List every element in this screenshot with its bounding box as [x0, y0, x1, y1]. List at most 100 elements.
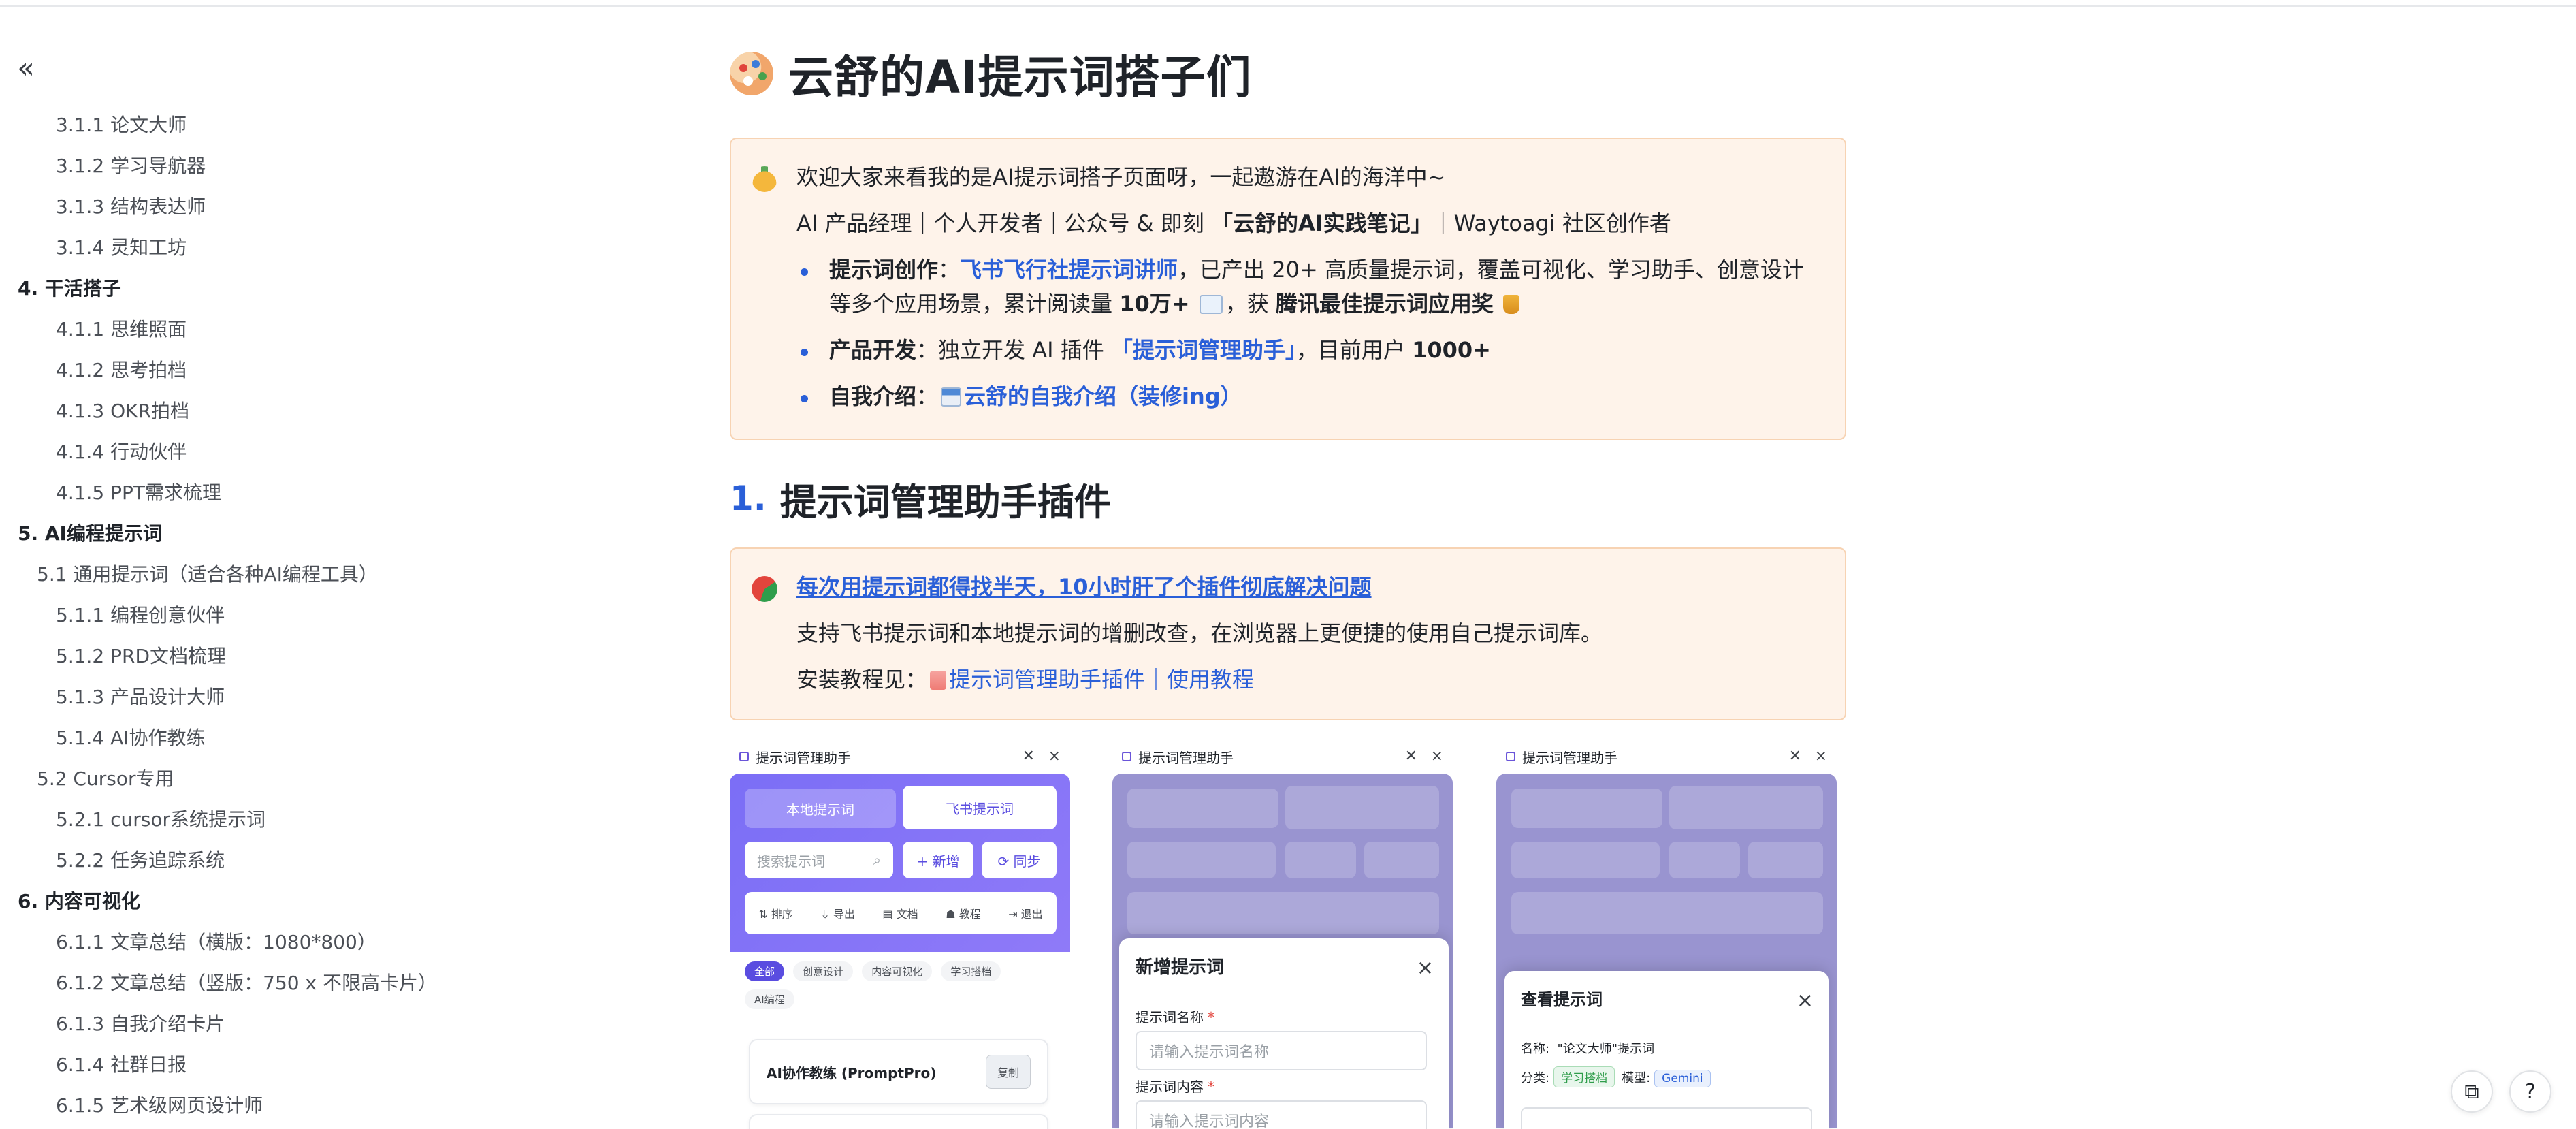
- modal-title: 新增提示词: [1136, 957, 1225, 978]
- bullet-sep: ：: [916, 383, 939, 409]
- tutorial-link[interactable]: 提示词管理助手插件｜使用教程: [949, 667, 1254, 693]
- tag-study[interactable]: 学习搭档: [941, 961, 1001, 981]
- toc-item[interactable]: 6.1.4 社群日报: [56, 1051, 187, 1079]
- award-text: 腾讯最佳提示词应用奖: [1275, 291, 1494, 317]
- toc-item[interactable]: 4.1.2 思考拍档: [56, 357, 187, 384]
- name-label: 提示词名称 *: [1136, 1006, 1214, 1026]
- plugin-description: 支持飞书提示词和本地提示词的增删改查，在浏览器上更便捷的使用自己提示词库。: [796, 620, 1603, 646]
- bullet-dot: [801, 349, 808, 356]
- bullet-prompt-creation: 提示词创作：飞书飞行社提示词讲师，已产出 20+ 高质量提示词，覆盖可视化、学习…: [829, 253, 1804, 286]
- content-label: 提示词内容 *: [1136, 1076, 1214, 1096]
- tag-ai-coding[interactable]: AI编程: [745, 989, 794, 1009]
- bullet-label: 产品开发: [829, 337, 917, 363]
- prompt-card[interactable]: [749, 1114, 1048, 1129]
- tab-local-prompts[interactable]: 本地提示词: [745, 789, 896, 828]
- tutorial-button[interactable]: ☗ 教程: [946, 905, 980, 921]
- prompt-content-input[interactable]: 请输入提示词内容: [1136, 1100, 1427, 1129]
- help-button[interactable]: ?: [2509, 1070, 2551, 1113]
- sort-button[interactable]: ⇅ 排序: [758, 905, 793, 921]
- tutorial-prefix: 安装教程见：: [796, 667, 928, 693]
- self-intro-link[interactable]: 云舒的自我介绍（装修ing）: [964, 383, 1242, 409]
- feishu-lecturer-link[interactable]: 飞书飞行社提示词讲师: [960, 257, 1178, 283]
- plugin-window-title: 提示词管理助手: [756, 749, 851, 766]
- bullet-label: 自我介绍: [829, 383, 917, 409]
- docs-button[interactable]: ▤ 文档: [882, 905, 918, 921]
- prompt-name-input[interactable]: 请输入提示词名称: [1136, 1031, 1427, 1070]
- toc-item[interactable]: 3.1.2 学习导航器: [56, 153, 206, 180]
- add-prompt-button[interactable]: + 新增: [903, 842, 973, 878]
- toc-item[interactable]: 5.1.4 AI协作教练: [56, 725, 206, 752]
- bullet-product-dev: 产品开发：独立开发 AI 插件 「提示词管理助手」，目前用户 1000+: [829, 334, 1491, 366]
- toc-item[interactable]: 5.1.2 PRD文档梳理: [56, 643, 226, 670]
- plugin-screenshot-main: 提示词管理助手 ✕ × 本地提示词 飞书提示词 搜索提示词 ⌕ + 新增 ⟳ 同步…: [730, 742, 1070, 1129]
- section-heading-1: 1. 提示词管理助手插件: [730, 477, 1111, 524]
- id-card-icon: [941, 387, 962, 407]
- toc-item[interactable]: 6.1.2 文章总结（竖版：750 x 不限高卡片）: [56, 970, 437, 997]
- bullet-text: 等多个应用场景，累计阅读量: [829, 291, 1120, 317]
- toc-item[interactable]: 3.1.3 结构表达师: [56, 193, 206, 221]
- copy-page-button[interactable]: ⧉: [2451, 1070, 2493, 1113]
- toc-item[interactable]: 5.1.1 编程创意伙伴: [56, 602, 225, 629]
- export-button[interactable]: ⇩ 导出: [820, 905, 855, 921]
- prompt-card-title: AI协作教练 (PromptPro): [767, 1064, 937, 1081]
- model-chip: Gemini: [1654, 1070, 1711, 1087]
- category-tags: 全部 创意设计 内容可视化 学习搭档 AI编程: [745, 961, 1058, 1017]
- plugin-callout: 每次用提示词都得找半天，10小时肝了个插件彻底解决问题 支持飞书提示词和本地提示…: [730, 547, 1846, 720]
- close-icon[interactable]: ×: [1431, 748, 1443, 765]
- modal-close-icon[interactable]: ×: [1417, 956, 1434, 980]
- bullet-dot: [801, 268, 808, 276]
- toc-item[interactable]: 5.1 通用提示词（适合各种AI编程工具）: [37, 561, 378, 588]
- close-icon[interactable]: ×: [1815, 748, 1827, 765]
- roles-prefix: AI 产品经理｜个人开发者｜公众号 & 即刻: [796, 210, 1211, 236]
- tag-visual[interactable]: 内容可视化: [862, 961, 933, 981]
- tab-feishu-prompts[interactable]: 飞书提示词: [903, 786, 1057, 829]
- toc-item[interactable]: 4.1.4 行动伙伴: [56, 439, 187, 466]
- plugin-article-line: 每次用提示词都得找半天，10小时肝了个插件彻底解决问题: [796, 571, 1372, 603]
- toc-item[interactable]: 4. 干活搭子: [18, 275, 121, 302]
- plugin-header: 本地提示词 飞书提示词 搜索提示词 ⌕ + 新增 ⟳ 同步 ⇅ 排序 ⇩ 导出 ▤…: [730, 774, 1070, 952]
- toc-item[interactable]: 5.2.1 cursor系统提示词: [56, 806, 265, 833]
- toc-item[interactable]: 4.1.3 OKR拍档: [56, 398, 189, 425]
- modal-title: 查看提示词: [1521, 990, 1603, 1009]
- toc-item[interactable]: 4.1.1 思维照面: [56, 316, 187, 343]
- plugin-titlebar: 提示词管理助手 ✕ ×: [1112, 742, 1453, 771]
- toc-item[interactable]: 5. AI编程提示词: [18, 520, 162, 547]
- close-icon[interactable]: ×: [1048, 748, 1061, 765]
- prompt-name-row: 名称: "论文大师"提示词: [1521, 1039, 1654, 1057]
- pineapple-icon: [752, 166, 777, 192]
- toc-item[interactable]: 5.2 Cursor专用: [37, 765, 174, 793]
- plugin-screenshot-new: 提示词管理助手 ✕ × 新增提示词 × 提示词名称 * 请输入提示词名称 提示词内…: [1112, 742, 1453, 1129]
- pin-icon[interactable]: ✕: [1405, 748, 1417, 765]
- logout-button[interactable]: ⇥ 退出: [1008, 905, 1043, 921]
- toc-item[interactable]: 4.1.5 PPT需求梳理: [56, 479, 221, 507]
- pin-icon[interactable]: ✕: [1789, 748, 1801, 765]
- toc-item[interactable]: 6.1.1 文章总结（横版：1080*800）: [56, 929, 376, 956]
- prompt-manager-link[interactable]: 「提示词管理助手」: [1111, 337, 1296, 363]
- search-input[interactable]: 搜索提示词 ⌕: [745, 842, 893, 878]
- plugin-article-link[interactable]: 每次用提示词都得找半天，10小时肝了个插件彻底解决问题: [796, 574, 1372, 600]
- reads-count: 10万+: [1119, 291, 1190, 317]
- pin-icon[interactable]: ✕: [1023, 748, 1035, 765]
- toc-item[interactable]: 5.2.2 任务追踪系统: [56, 847, 225, 874]
- roles-brand: 「云舒的AI实践笔记」: [1210, 210, 1432, 236]
- bullet-prompt-creation-cont: 等多个应用场景，累计阅读量 10万+ ，获 腾讯最佳提示词应用奖: [829, 287, 1522, 320]
- page-title: 云舒的AI提示词搭子们: [730, 45, 1252, 104]
- prompt-card[interactable]: AI协作教练 (PromptPro) 复制: [749, 1039, 1048, 1104]
- tag-creative[interactable]: 创意设计: [793, 961, 854, 981]
- toc-item[interactable]: 3.1.1 论文大师: [56, 112, 187, 139]
- copy-button[interactable]: 复制: [985, 1055, 1031, 1089]
- plugin-logo-icon: [1506, 752, 1515, 761]
- sync-button[interactable]: ⟳ 同步: [982, 842, 1057, 878]
- roles-suffix: ｜Waytoagi 社区创作者: [1432, 210, 1671, 236]
- toc-item[interactable]: 3.1.4 灵知工坊: [56, 234, 187, 261]
- toc-item[interactable]: 5.1.3 产品设计大师: [56, 684, 225, 711]
- toc-item[interactable]: 6.1.3 自我介绍卡片: [56, 1011, 225, 1038]
- search-icon: ⌕: [873, 852, 881, 868]
- collapse-toc-button[interactable]: «: [12, 54, 39, 82]
- bullet-text: ，获: [1225, 291, 1276, 317]
- plugin-screenshot-view: 提示词管理助手 ✕ × 查看提示词 × 名称: "论文大师"提示词 分类: 学习搭…: [1496, 742, 1837, 1129]
- toc-item[interactable]: 6.1.5 艺术级网页设计师: [56, 1092, 263, 1119]
- modal-close-icon[interactable]: ×: [1797, 989, 1814, 1013]
- toc-item[interactable]: 6. 内容可视化: [18, 888, 140, 915]
- tag-all[interactable]: 全部: [745, 961, 785, 981]
